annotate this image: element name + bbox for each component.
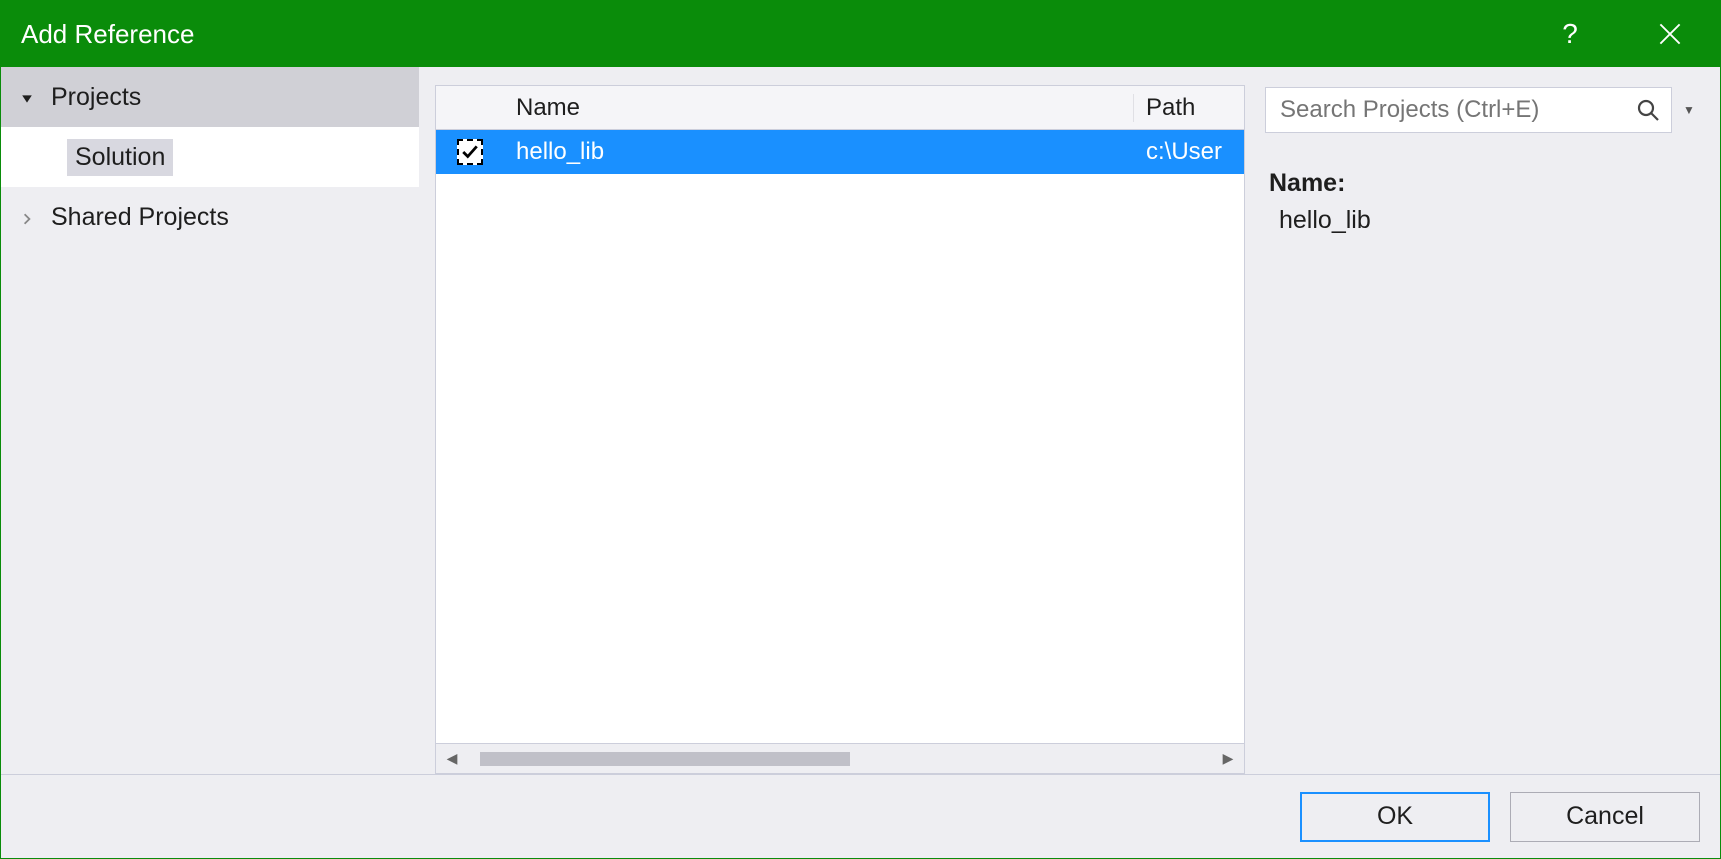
right-panel: ▼ Name: hello_lib: [1245, 85, 1720, 774]
window-title: Add Reference: [21, 19, 194, 50]
detail-name-value: hello_lib: [1269, 206, 1700, 235]
cancel-button[interactable]: Cancel: [1510, 792, 1700, 842]
close-button[interactable]: [1620, 1, 1720, 67]
sidebar-item-shared-projects[interactable]: Shared Projects: [1, 187, 419, 247]
scroll-left-arrow-icon[interactable]: ◀: [442, 750, 462, 767]
search-row: ▼: [1265, 85, 1700, 135]
help-button[interactable]: ?: [1520, 1, 1620, 67]
ok-button[interactable]: OK: [1300, 792, 1490, 842]
projects-list: Name Path hello_lib c:\User: [435, 85, 1245, 774]
scroll-right-arrow-icon[interactable]: ▶: [1218, 750, 1238, 767]
row-name: hello_lib: [504, 138, 1134, 166]
sidebar-item-projects[interactable]: Projects: [1, 67, 419, 127]
search-input[interactable]: [1266, 96, 1625, 124]
close-icon: [1659, 23, 1681, 45]
row-checkbox-cell[interactable]: [436, 139, 504, 165]
checkbox[interactable]: [457, 139, 483, 165]
chevron-down-icon: [21, 83, 37, 112]
list-body: hello_lib c:\User: [436, 130, 1244, 743]
list-row[interactable]: hello_lib c:\User: [436, 130, 1244, 174]
horizontal-scrollbar[interactable]: ◀ ▶: [436, 743, 1244, 773]
content: Projects Solution Shared Projects Name P…: [1, 67, 1720, 774]
sidebar-item-label: Solution: [67, 139, 173, 176]
sidebar: Projects Solution Shared Projects: [1, 67, 419, 774]
list-header: Name Path: [436, 86, 1244, 130]
titlebar: Add Reference ?: [1, 1, 1720, 67]
row-path: c:\User: [1134, 138, 1244, 166]
chevron-right-icon: [21, 203, 37, 232]
checkmark-icon: [461, 143, 479, 161]
sidebar-item-solution[interactable]: Solution: [1, 127, 419, 187]
titlebar-controls: ?: [1520, 1, 1720, 67]
details-panel: Name: hello_lib: [1265, 169, 1700, 235]
main: Name Path hello_lib c:\User: [419, 67, 1720, 774]
column-path[interactable]: Path: [1134, 94, 1244, 122]
search-dropdown-icon[interactable]: ▼: [1678, 103, 1700, 117]
sidebar-item-label: Shared Projects: [51, 203, 229, 232]
search-box[interactable]: [1265, 87, 1672, 133]
scroll-track[interactable]: [462, 752, 1218, 766]
footer: OK Cancel: [1, 774, 1720, 858]
column-name[interactable]: Name: [504, 94, 1134, 122]
detail-name-label: Name:: [1269, 169, 1700, 198]
scroll-thumb[interactable]: [480, 752, 850, 766]
search-icon[interactable]: [1625, 98, 1671, 122]
sidebar-item-label: Projects: [51, 83, 141, 112]
